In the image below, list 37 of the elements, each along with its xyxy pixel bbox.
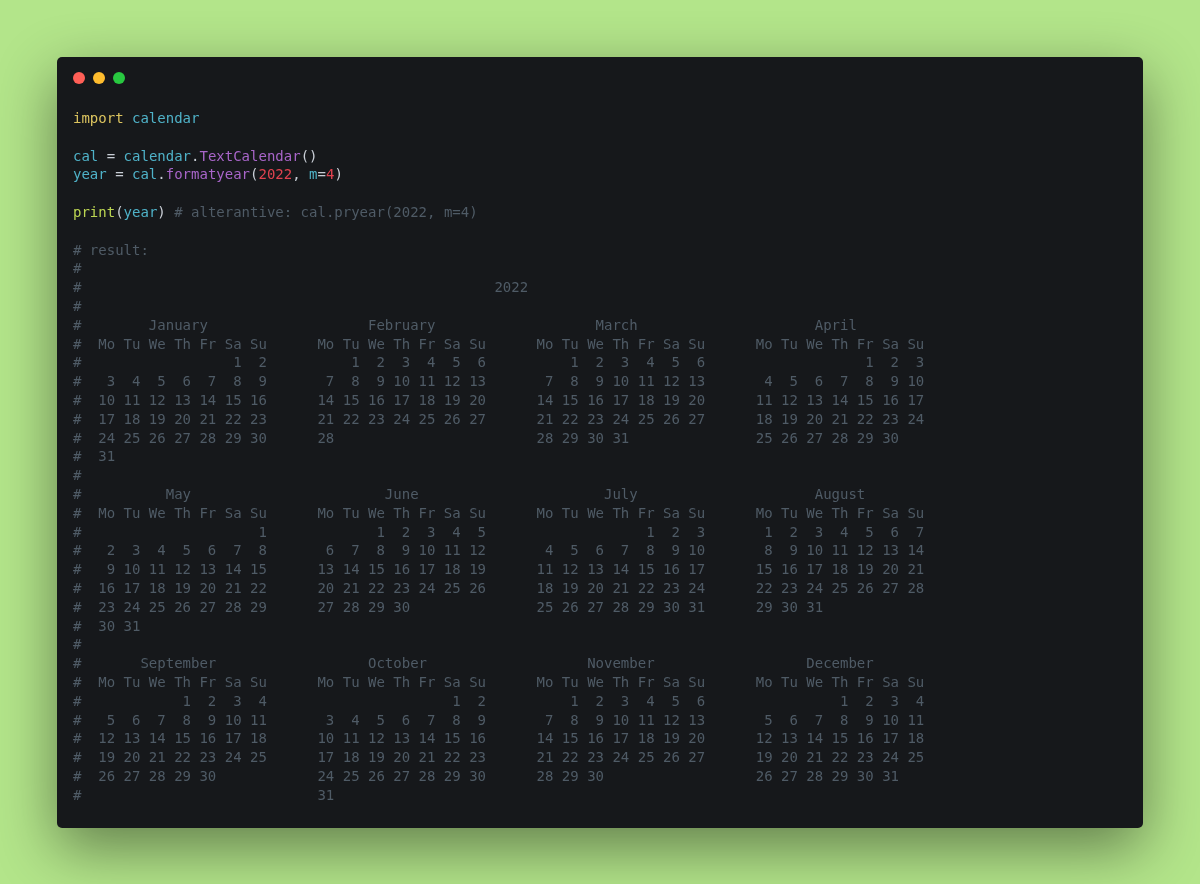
zoom-button[interactable] <box>113 72 125 84</box>
minimize-button[interactable] <box>93 72 105 84</box>
comment-line: # 9 10 11 12 13 14 15 13 14 15 16 17 18 19 11 12 13 14 15 16 17 15 16 17 18 19 20 21 <box>73 560 925 579</box>
comment-line: # 1 2 1 2 3 4 5 6 1 2 3 4 5 6 1 2 3 <box>73 353 925 373</box>
comment-line: # 12 13 14 15 16 17 18 10 11 12 13 14 15 16 14 15 16 17 18 19 20 12 13 14 15 16 17 18 <box>73 729 925 749</box>
close-button[interactable] <box>73 72 85 84</box>
comment-line: # 16 17 18 19 20 21 22 20 21 22 23 24 25 26 18 19 20 21 22 23 24 22 23 24 25 26 27 28 <box>73 578 925 598</box>
comment-line: # 24 25 26 27 28 29 30 28 28 29 30 31 25 26 27 28 29 30 <box>73 428 899 448</box>
comment-line: # <box>73 296 82 316</box>
comment-line: # 1 1 2 3 4 5 1 2 3 1 2 3 4 5 6 7 <box>73 522 925 542</box>
comment-line: # September October November December <box>73 654 874 673</box>
comment-line: # January February March April <box>73 315 857 335</box>
comment-line: # Mo Tu We Th Fr Sa Su Mo Tu We Th Fr Sa Su Mo Tu We Th Fr Sa Su Mo Tu We Th Fr Sa Su <box>73 503 925 523</box>
comment-line: # 31 <box>73 447 116 467</box>
comment-line: # <box>73 466 82 485</box>
comment-line: # 19 20 21 22 23 24 25 17 18 19 20 21 22 23 21 22 23 24 25 26 27 19 20 21 22 23 24 25 <box>73 748 925 767</box>
code-line: cal = calendar.TextCalendar() <box>73 146 318 166</box>
comment-line: # 26 27 28 29 30 24 25 26 27 28 29 30 28 29 30 26 27 28 29 30 31 <box>73 766 899 786</box>
comment-line: # <box>73 635 82 655</box>
comment-line: # 30 31 <box>73 616 141 636</box>
comment-line: # 2 3 4 5 6 7 8 6 7 8 9 10 11 12 4 5 6 7 8 9 10 8 9 10 11 12 13 14 <box>73 541 925 561</box>
comment-line: # 23 24 25 26 27 28 29 27 28 29 30 25 26 27 28 29 30 31 29 30 31 <box>73 597 824 617</box>
comment-line: # <box>73 259 82 279</box>
comment-line: # 10 11 12 13 14 15 16 14 15 16 17 18 19 20 14 15 16 17 18 19 20 11 12 13 14 15 16 17 <box>73 390 925 410</box>
comment-line: # 1 2 3 4 1 2 1 2 3 4 5 6 1 2 3 4 <box>73 691 925 711</box>
comment-line: # May June July August <box>73 484 866 504</box>
comment-line: # result: <box>73 240 149 260</box>
comment-line: # 3 4 5 6 7 8 9 7 8 9 10 11 12 13 7 8 9 10 11 12 13 4 5 6 7 8 9 10 <box>73 372 925 391</box>
comment-line: # 2022 <box>73 278 529 297</box>
code-line: import calendar <box>73 109 200 128</box>
comment-line: # Mo Tu We Th Fr Sa Su Mo Tu We Th Fr Sa Su Mo Tu We Th Fr Sa Su Mo Tu We Th Fr Sa Su <box>73 672 925 692</box>
comment-line: # 5 6 7 8 9 10 11 3 4 5 6 7 8 9 7 8 9 10 11 12 13 5 6 7 8 9 10 11 <box>73 710 925 730</box>
comment-line: # Mo Tu We Th Fr Sa Su Mo Tu We Th Fr Sa Su Mo Tu We Th Fr Sa Su Mo Tu We Th Fr Sa Su <box>73 334 925 354</box>
comment-line: # 17 18 19 20 21 22 23 21 22 23 24 25 26 27 21 22 23 24 25 26 27 18 19 20 21 22 23 24 <box>73 409 925 429</box>
code-line: year = cal.formatyear(2022, m=4) <box>73 165 343 185</box>
code-line: print(year) # alterantive: cal.pryear(2022, m=4) <box>73 203 478 222</box>
comment-line: # 31 <box>73 785 335 805</box>
